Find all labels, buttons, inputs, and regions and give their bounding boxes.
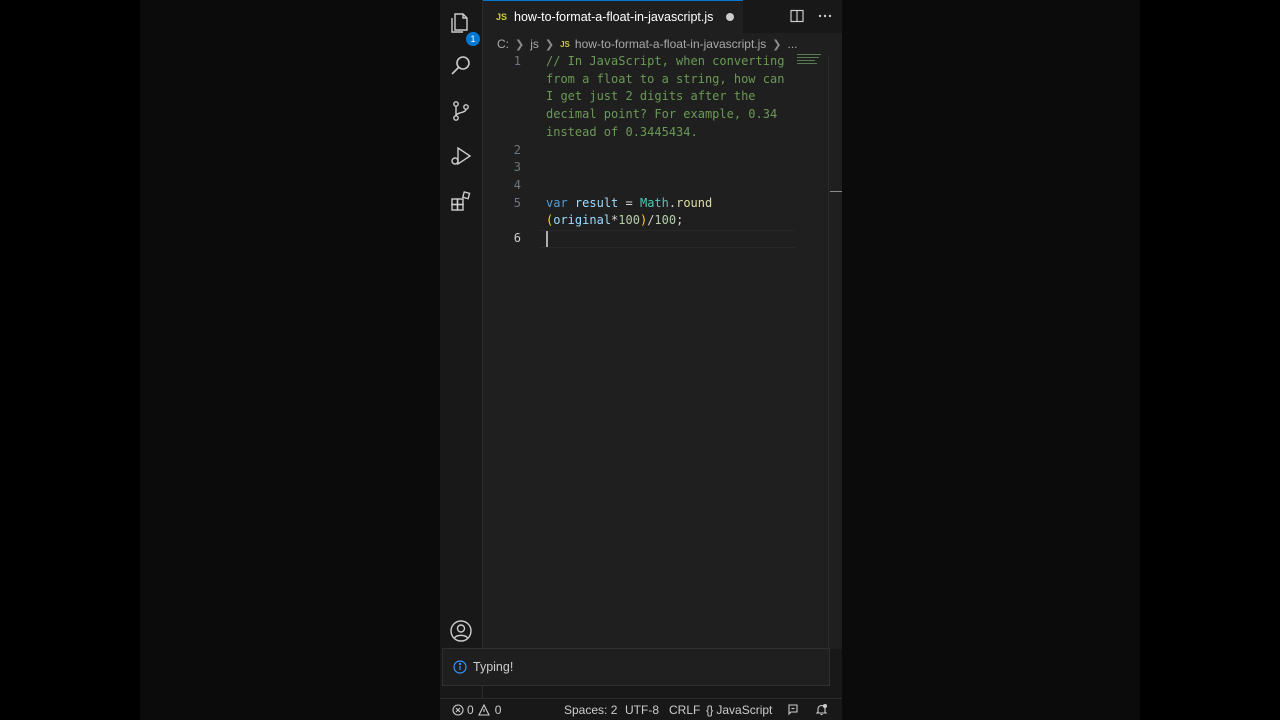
source-control-icon	[453, 101, 469, 121]
current-line-highlight	[539, 230, 795, 248]
breadcrumb-more[interactable]: ...	[788, 37, 798, 51]
split-editor-button[interactable]	[788, 7, 806, 25]
copilot-button[interactable]	[787, 703, 803, 716]
code-editor[interactable]: 1 // In JavaScript, when converting from …	[483, 54, 828, 649]
tab-bar: JS how-to-format-a-float-in-javascript.j…	[483, 0, 842, 34]
backdrop-band-right	[842, 0, 1140, 720]
code-text: // In JavaScript, when converting from a …	[546, 54, 785, 139]
language-label: JavaScript	[716, 703, 773, 717]
search-icon	[451, 56, 470, 75]
notification-message: Typing!	[473, 660, 514, 674]
editor-tab[interactable]: JS how-to-format-a-float-in-javascript.j…	[483, 0, 743, 33]
copilot-icon	[788, 704, 798, 716]
backdrop-left	[0, 0, 140, 720]
js-file-icon: JS	[560, 39, 570, 49]
tab-label: how-to-format-a-float-in-javascript.js	[514, 10, 714, 24]
split-editor-icon	[790, 9, 804, 23]
files-icon	[451, 13, 468, 33]
chevron-right-icon: ❯	[515, 38, 525, 51]
chevron-right-icon: ❯	[772, 38, 782, 51]
breadcrumb-drive[interactable]: C:	[497, 37, 509, 51]
account-button[interactable]	[446, 616, 476, 646]
more-actions-icon	[818, 14, 832, 18]
activity-bar: 1	[440, 0, 483, 698]
extensions-button[interactable]	[446, 186, 476, 216]
language-mode-status[interactable]: { } JavaScript	[706, 703, 772, 717]
backdrop-band-left	[140, 0, 440, 720]
breadcrumb-file[interactable]: how-to-format-a-float-in-javascript.js	[575, 37, 766, 51]
vertical-scrollbar[interactable]	[828, 55, 842, 649]
line-number: 3	[513, 160, 521, 175]
code-text: var result = Math.round (original*100)/10…	[546, 195, 713, 228]
explorer-badge: 1	[466, 32, 480, 46]
encoding-status[interactable]: UTF-8	[625, 703, 659, 717]
minimap[interactable]	[797, 54, 823, 68]
tab-actions	[788, 7, 834, 25]
line-number: 4	[513, 177, 521, 192]
run-debug-icon	[451, 146, 472, 166]
notification-toast[interactable]: Typing!	[442, 648, 830, 686]
vscode-window: 1 JS how-to-format-a-float-in-javascript…	[440, 0, 842, 720]
eol-status[interactable]: CRLF	[669, 703, 700, 717]
problems-indicator[interactable]: 0 0	[452, 703, 501, 717]
extensions-icon	[451, 191, 471, 211]
bell-icon	[815, 703, 828, 716]
js-file-icon: JS	[496, 12, 508, 22]
scrollbar-cursor-marker	[830, 191, 842, 192]
breadcrumb: C: ❯ js ❯ JS how-to-format-a-float-in-ja…	[483, 33, 842, 55]
warning-count: 0	[494, 703, 502, 717]
chevron-right-icon: ❯	[544, 38, 555, 51]
info-icon	[453, 660, 467, 674]
line-number: 5	[513, 195, 521, 210]
breadcrumb-folder[interactable]: js	[530, 37, 539, 51]
status-bar: 0 0 Spaces: 2 UTF-8 CRLF { } JavaScript	[440, 698, 842, 720]
explorer-button[interactable]: 1	[446, 8, 480, 46]
run-debug-button[interactable]	[446, 141, 476, 171]
source-control-button[interactable]	[446, 96, 476, 126]
line-number: 6	[513, 231, 521, 245]
account-icon	[450, 620, 472, 642]
warning-icon	[477, 704, 490, 716]
error-icon	[452, 704, 464, 716]
search-button[interactable]	[446, 51, 476, 81]
line-number: 2	[513, 142, 521, 157]
unsaved-dot-icon[interactable]	[726, 13, 735, 21]
line-number: 1	[513, 54, 521, 68]
indentation-status[interactable]: Spaces: 2	[564, 703, 617, 717]
error-count: 0	[467, 703, 474, 717]
notifications-button[interactable]	[815, 703, 831, 716]
more-actions-button[interactable]	[816, 7, 834, 25]
braces-icon: { }	[706, 703, 714, 717]
text-cursor	[546, 231, 548, 247]
